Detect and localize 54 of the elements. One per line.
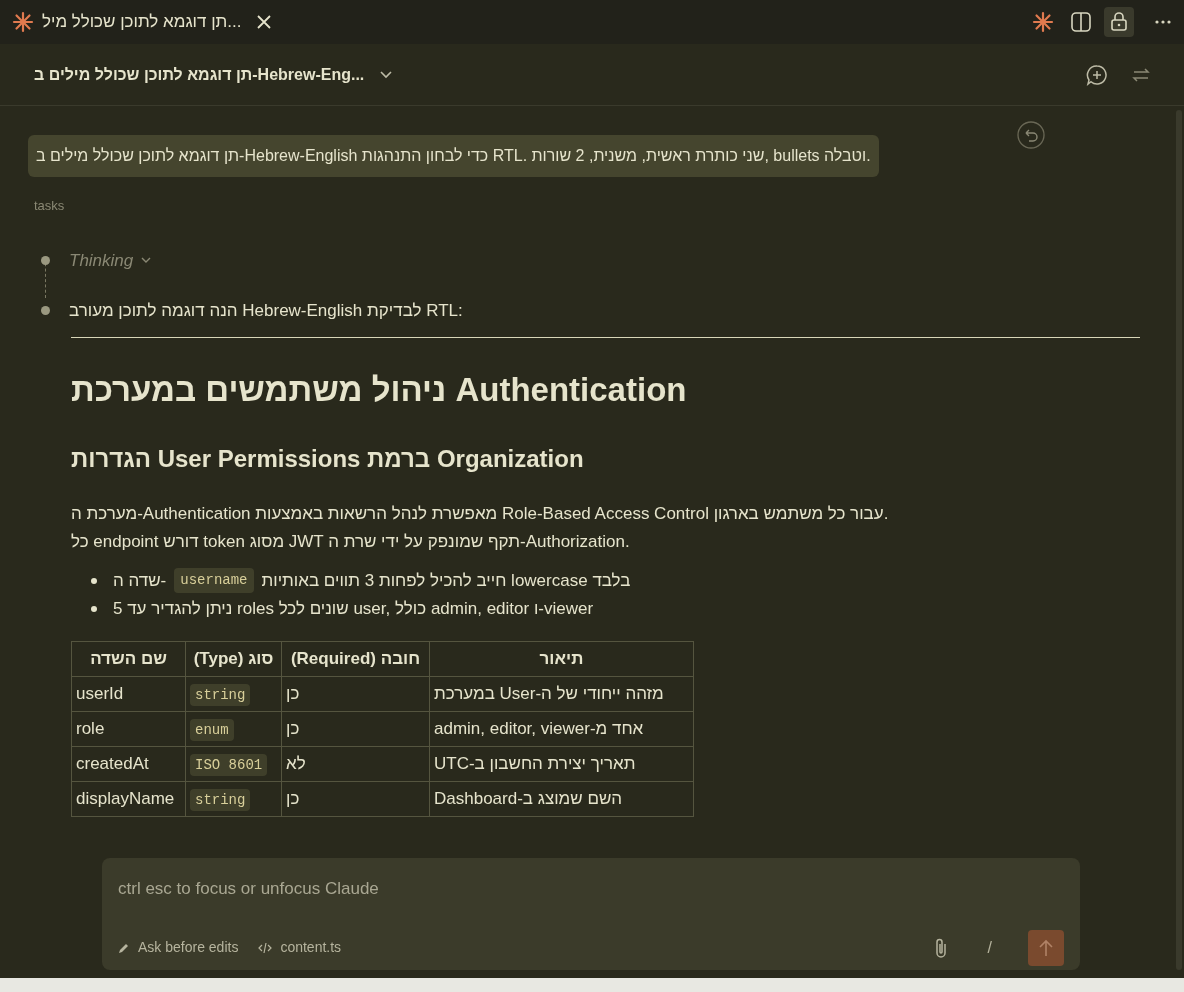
pencil-icon (118, 941, 130, 954)
column-header: שם השדה (71, 641, 186, 676)
code-icon (258, 941, 273, 954)
column-header: חובה (Required) (281, 641, 430, 676)
list-text: חייב להכיל לפחות 3 תווים באותיות lowercase בלבד (261, 569, 631, 592)
edit-mode-button[interactable]: Ask before edits (118, 937, 239, 958)
table-cell: role (71, 711, 186, 746)
chevron-down-icon (141, 256, 152, 264)
asterisk-logo-icon (12, 11, 34, 33)
type-code: string (190, 788, 251, 811)
column-header: תיאור (429, 641, 694, 676)
asterisk-logo-icon[interactable] (1032, 11, 1054, 33)
main-heading: ניהול משתמשים במערכת Authentication (71, 369, 688, 410)
chevron-down-icon[interactable] (380, 70, 393, 79)
tab-title[interactable]: תן דוגמא לתוכן שכולל מיל... (42, 9, 242, 35)
table-cell: אחד מ-admin, editor, viewer (429, 711, 694, 746)
type-code: enum (190, 718, 234, 741)
swap-icon[interactable] (1132, 66, 1150, 83)
lock-button[interactable] (1104, 7, 1134, 37)
message-input[interactable]: ctrl esc to focus or unfocus Claude (118, 876, 1064, 902)
list-text: שדה ה- (113, 569, 167, 592)
table-cell: כן (281, 781, 430, 816)
table-cell: השם שמוצג ב-Dashboard (429, 781, 694, 816)
sub-heading: הגדרות User Permissions ברמת Organization (71, 443, 585, 474)
split-view-icon[interactable] (1070, 11, 1092, 33)
file-chip[interactable]: content.ts (258, 937, 342, 958)
table-cell: createdAt (71, 746, 186, 781)
new-chat-icon[interactable] (1086, 63, 1108, 86)
table-cell: כן (281, 676, 430, 711)
lock-icon (1110, 12, 1128, 32)
thinking-toggle[interactable]: Thinking (69, 247, 152, 273)
type-code: string (190, 683, 251, 706)
send-button[interactable] (1028, 929, 1064, 966)
conversation-title[interactable]: תן דוגמא לתוכן שכולל מילים ב-Hebrew-Eng... (34, 62, 365, 87)
close-icon[interactable] (257, 15, 272, 29)
type-code: ISO 8601 (190, 753, 268, 776)
response-intro: הנה דוגמה לתוכן מעורב Hebrew-English לבדיקת RTL: (69, 300, 463, 322)
paragraph: מערכת ה-Authentication מאפשרת לנהל הרשאות באמצעות Role-Based Access Control עבור כל משתמש בארגון. כל endpoint דורש token מסוג JWT תקף שמונפק על ידי שרת ה-Authorization. (71, 502, 890, 553)
slash-command-button[interactable]: / (987, 935, 992, 960)
user-message: תן דוגמא לתוכן שכולל מילים ב-Hebrew-English כדי לבחון התנהגות RTL. שני כותרת ראשית, משנית, 2 שורות, bullets וטבלה. (28, 135, 879, 177)
inline-code: username (174, 568, 254, 593)
table-cell: תאריך יצירת החשבון ב-UTC (429, 746, 694, 781)
arrow-up-icon (1039, 938, 1053, 957)
table-cell: userId (71, 676, 186, 711)
undo-icon[interactable] (1016, 120, 1046, 150)
more-icon[interactable] (1154, 19, 1172, 25)
table-cell: לא (281, 746, 430, 781)
column-header: סוג (Type) (185, 641, 282, 676)
paperclip-icon[interactable] (933, 936, 948, 959)
tasks-label: tasks (34, 197, 66, 215)
list-text: ניתן להגדיר עד 5 roles שונים לכל user, כולל admin, editor ו-viewer (113, 597, 594, 620)
table-cell: כן (281, 711, 430, 746)
table-cell: מזהה ייחודי של ה-User במערכת (429, 676, 694, 711)
table-cell: displayName (71, 781, 186, 816)
